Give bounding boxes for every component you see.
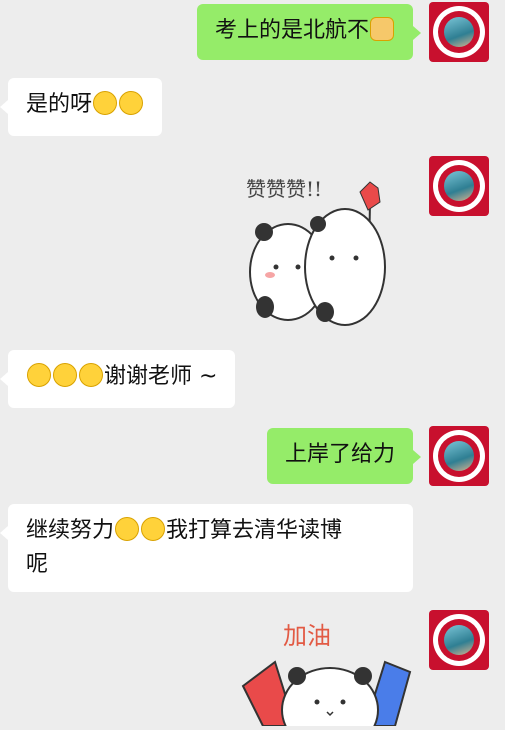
grin-emoji-icon (119, 91, 144, 115)
message-text: 是的呀 (26, 92, 93, 117)
avatar[interactable] (429, 610, 489, 670)
message-bubble[interactable]: 上岸了给力 (266, 428, 422, 484)
message-bubble[interactable]: 谢谢老师 ~ (0, 350, 236, 408)
strong-face-emoji-icon (115, 517, 140, 541)
avatar[interactable] (429, 426, 489, 486)
avatar[interactable] (429, 156, 489, 216)
message-row: 是的呀 (0, 78, 505, 148)
message-row: 继续努力 我打算去清华读博 呢 (0, 504, 505, 596)
message-text: 呢 (26, 552, 49, 577)
message-text: 谢谢老师 ~ (104, 364, 218, 389)
message-text: 我打算去清华读博 (166, 518, 343, 543)
message-row: 加油 (0, 604, 505, 730)
message-row: 谢谢老师 ~ (0, 350, 505, 420)
message-text: 上岸了给力 (284, 442, 395, 467)
sticker-text: 加油 (283, 622, 331, 650)
strong-face-emoji-icon (141, 517, 166, 541)
dog-face-emoji-icon (370, 17, 394, 41)
panda-thumbs-up-sticker[interactable]: 赞赞赞!! (240, 162, 410, 332)
message-bubble[interactable]: 继续努力 我打算去清华读博 呢 (0, 504, 413, 592)
message-row: 上岸了给力 (0, 426, 505, 496)
sticker-text: 赞赞赞!! (246, 177, 322, 201)
tearful-emoji-icon (53, 363, 77, 387)
message-text: 继续努力 (26, 518, 115, 543)
avatar[interactable] (429, 2, 489, 62)
message-bubble[interactable]: 是的呀 (0, 78, 163, 136)
message-text: 考上的是北航不 (214, 18, 369, 43)
tearful-emoji-icon (79, 363, 103, 387)
message-row: 考上的是北航不 (0, 0, 505, 70)
message-row: 赞赞赞!! (0, 150, 505, 340)
message-bubble[interactable]: 考上的是北航不 (196, 4, 422, 60)
tearful-emoji-icon (27, 363, 51, 387)
panda-cheer-sticker[interactable]: 加油 (235, 612, 415, 730)
grin-emoji-icon (93, 91, 118, 115)
